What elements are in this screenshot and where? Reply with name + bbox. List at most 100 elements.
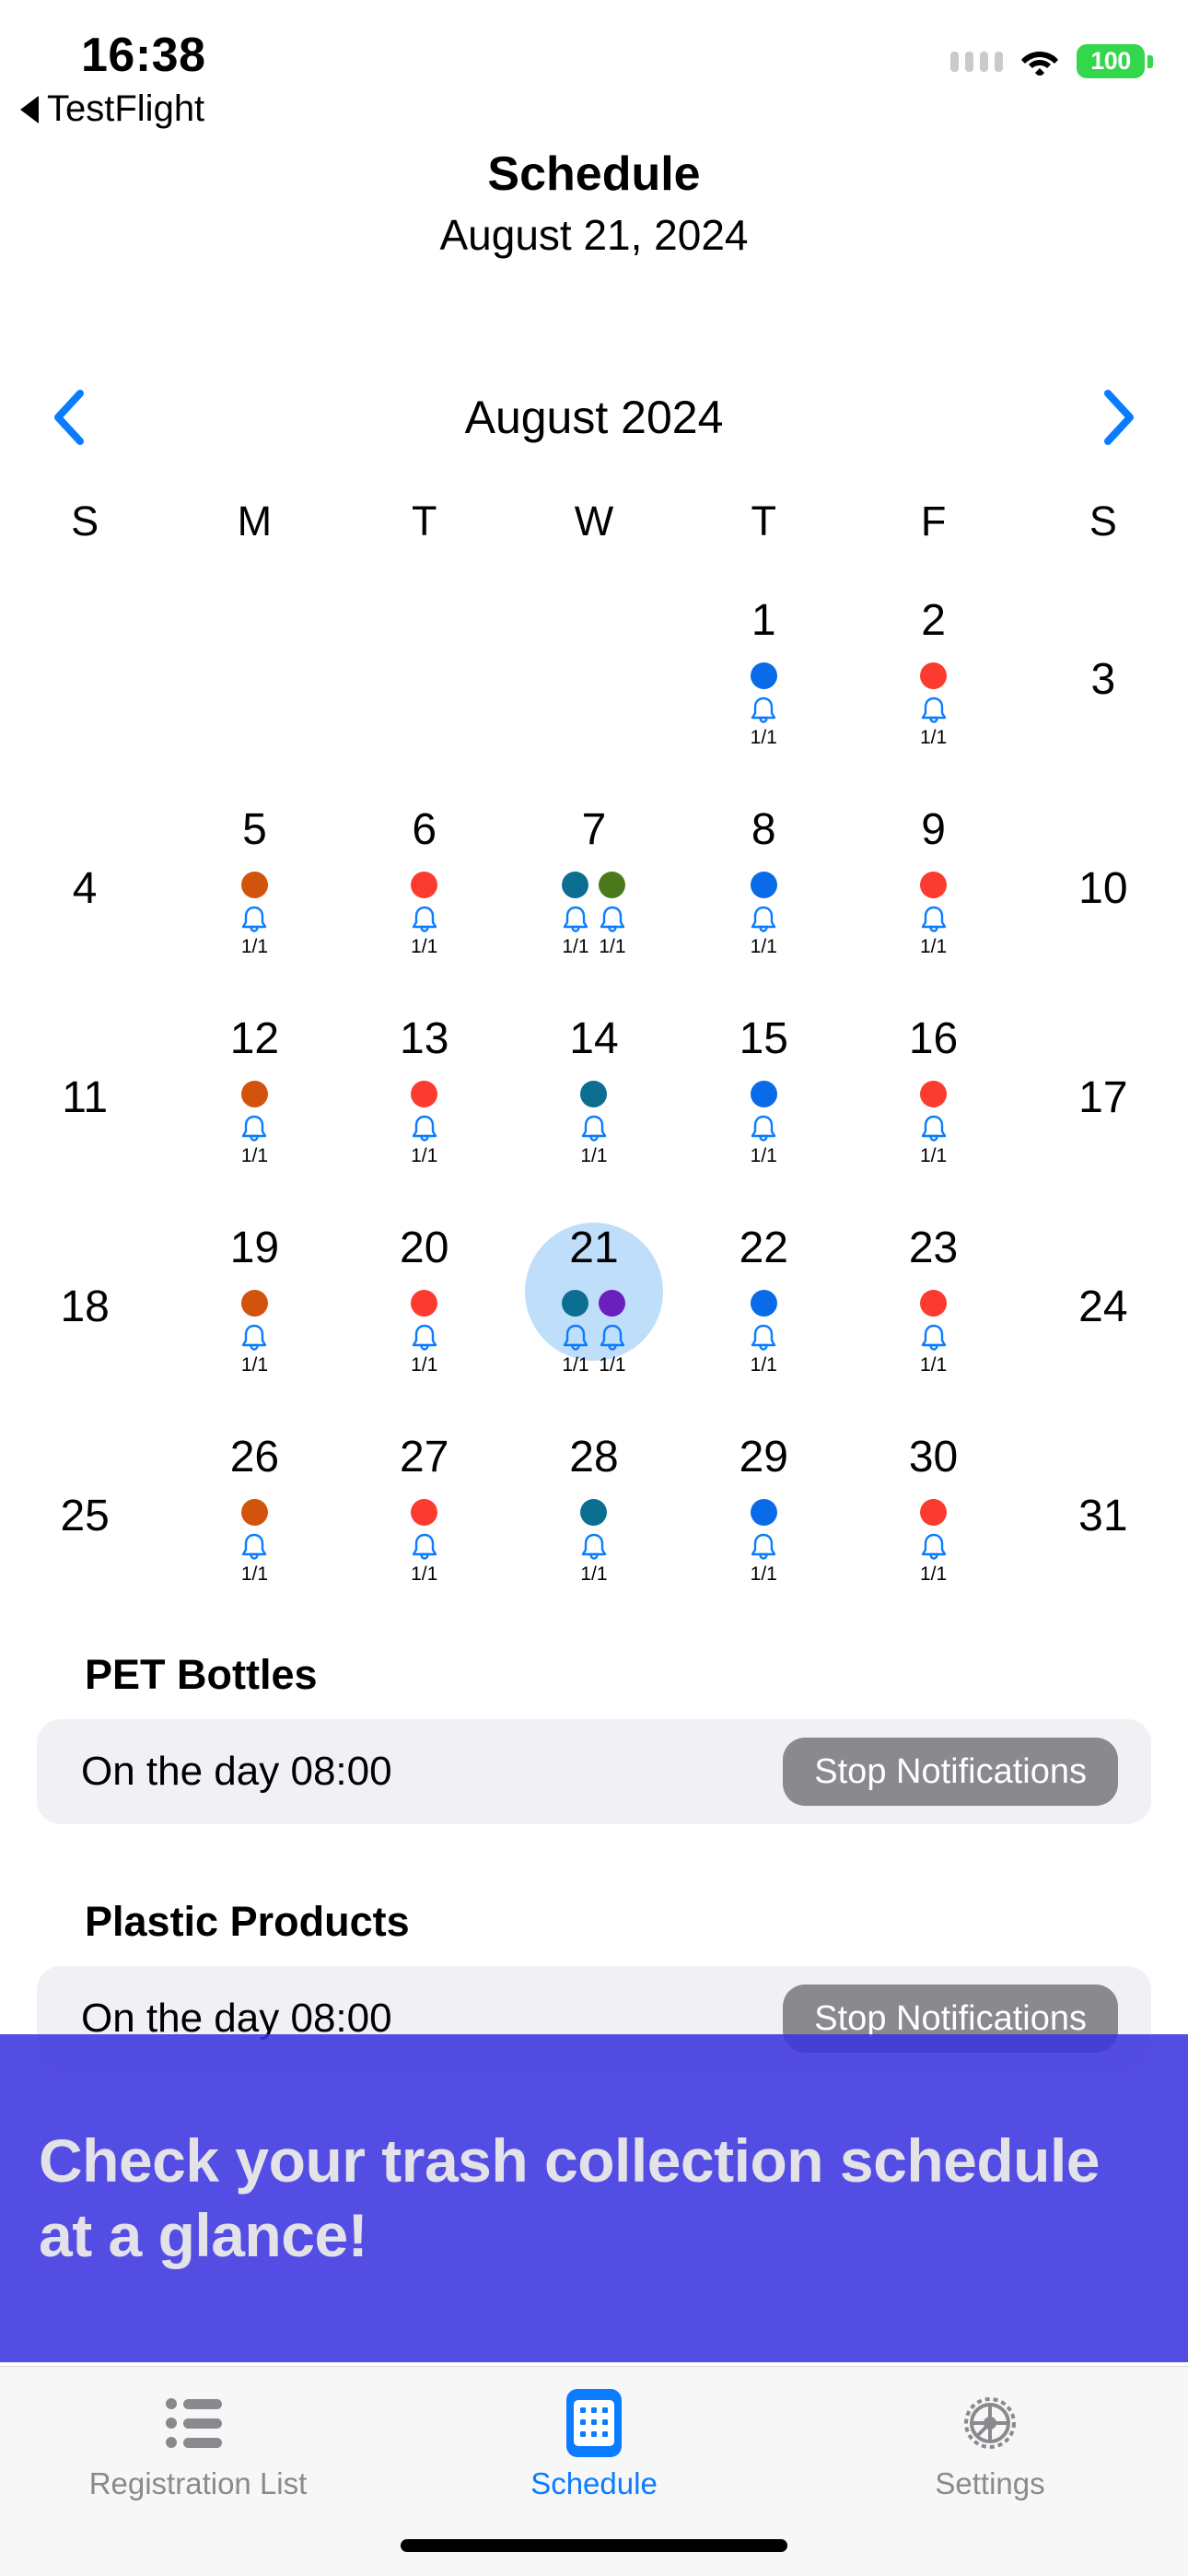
day-number: 27 [400,1433,449,1481]
calendar-day-cell[interactable]: 22 1/1 [679,1206,848,1415]
event-count-label: 1/1 [919,1563,948,1585]
bell-icon [411,1532,438,1562]
calendar-day-cell[interactable]: 2 1/1 [848,579,1018,788]
prev-month-button[interactable] [41,385,96,450]
calendar-week-row: 1 1/1 2 1/1 3 [0,579,1188,788]
tab-settings[interactable]: Settings [792,2367,1188,2576]
event-color-dot [580,1499,608,1526]
page-subtitle: August 21, 2024 [439,210,749,259]
day-number: 19 [229,1224,280,1272]
event-count-label: 1/1 [562,936,589,957]
day-events: 1/1 [750,662,777,747]
day-number: 2 [921,596,946,645]
day-number: 26 [229,1433,280,1481]
bell-icon [920,696,948,725]
calendar-day-cell[interactable]: 9 1/1 [848,788,1018,997]
event-color-dot [411,1499,438,1526]
calendar-day-cell[interactable]: 8 1/1 [679,788,848,997]
calendar-day-cell[interactable]: 19 1/1 [169,1206,339,1415]
calendar-day-cell[interactable]: 11 [0,997,169,1206]
weekday-header: SMTWTFS [0,498,1188,545]
event-color-dot [240,1499,268,1526]
bell-icon [920,1114,948,1143]
event-count-label: 1/1 [750,936,777,957]
calendar-day-cell[interactable]: 24 [1019,1206,1188,1415]
event-color-dot [599,1290,626,1317]
event-count-label: 1/1 [919,936,948,957]
event-color-dot [562,872,589,898]
day-events: 1/1 [920,1499,948,1584]
event-marker: 1/1 [750,1499,777,1584]
day-events: 1/1 [240,1081,268,1165]
bell-icon [599,905,626,934]
calendar-day-cell[interactable]: 5 1/1 [169,788,339,997]
event-count-label: 1/1 [750,727,777,748]
event-marker: 1/1 [920,1081,948,1165]
event-marker: 1/1 [562,872,589,956]
calendar-week-row: 25 26 1/1 27 1/1 28 1/1 29 1/1 30 1/1 31 [0,1415,1188,1624]
notification-row[interactable]: On the day 08:00 Stop Notifications [37,1719,1151,1824]
calendar-day-cell[interactable]: 14 1/1 [509,997,679,1206]
event-marker: 1/1 [240,1081,268,1165]
weekday-label: S [1089,498,1117,544]
calendar-day-cell[interactable]: 29 1/1 [679,1415,848,1624]
event-count-label: 1/1 [411,1563,438,1585]
calendar-day-cell[interactable]: 15 1/1 [679,997,848,1206]
day-number: 3 [1090,655,1116,704]
calendar-day-cell[interactable]: 18 [0,1206,169,1415]
event-count-label: 1/1 [240,1145,269,1166]
day-number: 21 [569,1224,619,1272]
event-color-dot [411,872,438,898]
calendar-day-cell[interactable]: 31 [1019,1415,1188,1624]
back-to-testflight-link[interactable]: TestFlight [20,88,204,130]
day-number: 22 [739,1224,788,1272]
signal-dots-icon [950,51,1003,72]
calendar-day-cell[interactable]: 6 1/1 [340,788,509,997]
day-number: 18 [60,1282,110,1331]
calendar-day-cell[interactable]: 28 1/1 [509,1415,679,1624]
day-events: 1/1 [411,872,438,956]
calendar-day-cell[interactable]: 4 [0,788,169,997]
stop-notifications-button[interactable]: Stop Notifications [783,1738,1118,1806]
calendar-day-cell[interactable]: 12 1/1 [169,997,339,1206]
calendar-day-cell[interactable]: 13 1/1 [340,997,509,1206]
page-title: Schedule [487,147,701,201]
list-icon [165,2389,231,2457]
day-number: 15 [739,1014,788,1063]
event-count-label: 1/1 [919,1354,948,1376]
day-number: 4 [72,864,98,913]
event-count-label: 1/1 [240,1563,269,1585]
calendar-day-cell[interactable]: 10 [1019,788,1188,997]
bell-icon [750,1323,777,1352]
calendar-day-cell[interactable]: 27 1/1 [340,1415,509,1624]
promo-banner[interactable]: Check your trash collection schedule at … [0,2034,1188,2362]
calendar-day-cell[interactable]: 26 1/1 [169,1415,339,1624]
calendar-day-cell[interactable]: 21 1/1 1/1 [509,1206,679,1415]
calendar-day-cell[interactable]: 23 1/1 [848,1206,1018,1415]
calendar-day-cell[interactable]: 25 [0,1415,169,1624]
event-color-dot [920,1499,948,1526]
event-marker: 1/1 [750,1290,777,1375]
calendar-day-cell[interactable]: 20 1/1 [340,1206,509,1415]
calendar-day-cell[interactable]: 1 1/1 [679,579,848,788]
day-number: 20 [400,1224,449,1272]
day-number: 29 [739,1433,788,1481]
event-count-label: 1/1 [411,936,438,957]
event-marker: 1/1 [411,1290,438,1375]
calendar-day-cell[interactable]: 30 1/1 [848,1415,1018,1624]
event-count-label: 1/1 [750,1563,777,1585]
event-marker: 1/1 [240,1290,268,1375]
calendar-day-cell[interactable]: 16 1/1 [848,997,1018,1206]
calendar-day-cell[interactable]: 17 [1019,997,1188,1206]
calendar-day-cell[interactable]: 3 [1019,579,1188,788]
event-marker: 1/1 [920,1499,948,1584]
day-number: 28 [569,1433,619,1481]
calendar-day-cell[interactable]: 7 1/1 1/1 [509,788,679,997]
next-month-button[interactable] [1092,385,1147,450]
day-events: 1/1 [920,1081,948,1165]
section-title: PET Bottles [85,1651,318,1698]
calendar-week-row: 4 5 1/1 6 1/1 7 1/1 1/1 8 1/1 9 1/1 10 [0,788,1188,997]
tab-registration-list[interactable]: Registration List [0,2367,396,2576]
bell-icon [562,905,589,934]
day-events: 1/1 [240,872,268,956]
